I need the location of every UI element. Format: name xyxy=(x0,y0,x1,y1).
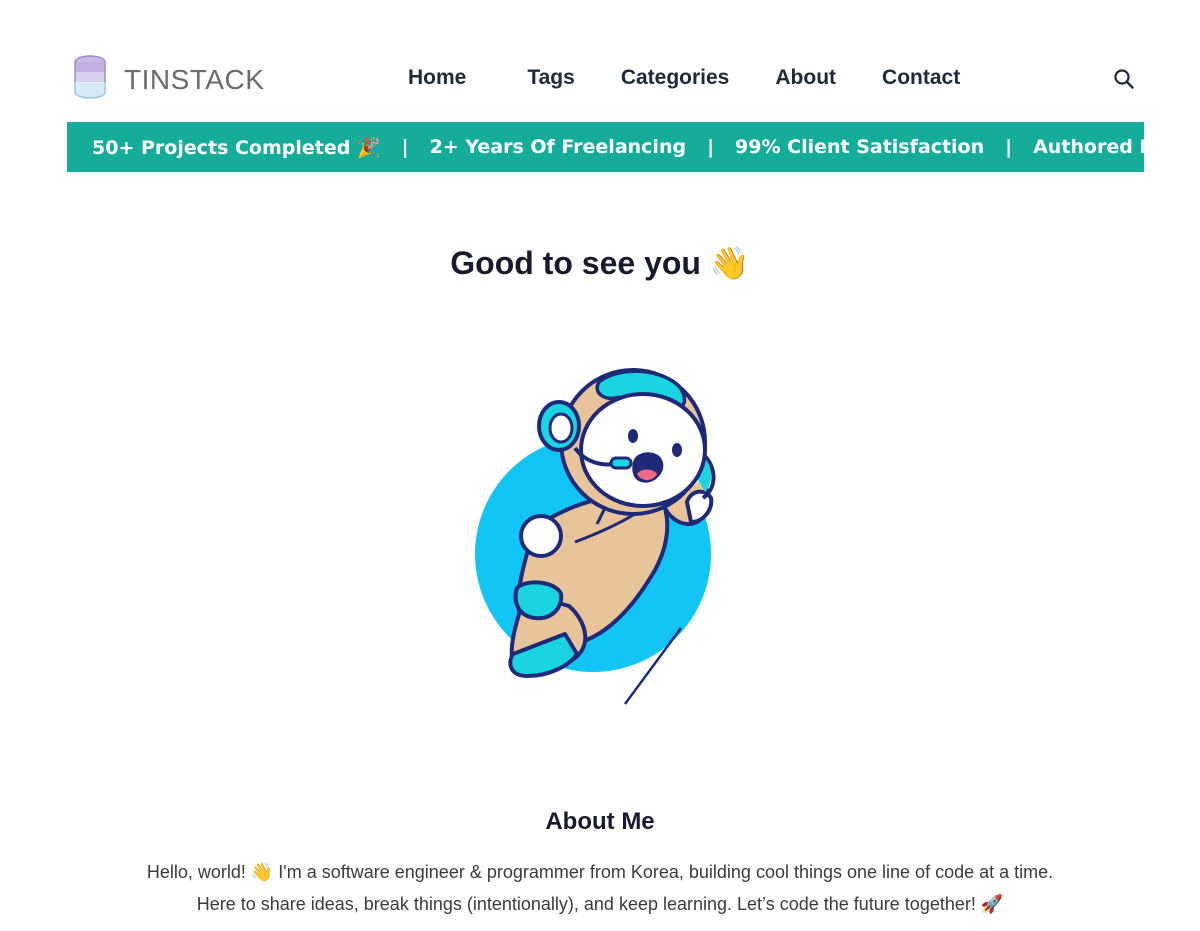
about-line: Hello, world! 👋 I'm a software engineer … xyxy=(146,862,1054,882)
ticker-track: 50+ Projects Completed 🎉 | 2+ Years Of F… xyxy=(92,122,1144,172)
about-title: About Me xyxy=(545,808,655,835)
nav-categories[interactable]: Categories xyxy=(621,66,730,90)
ticker-separator: | xyxy=(707,136,715,158)
ticker-item: 2+ Years Of Freelancing xyxy=(429,136,687,158)
nav-home[interactable]: Home xyxy=(408,66,466,90)
ticker-item: 99% Client Satisfaction xyxy=(735,136,985,158)
database-icon xyxy=(72,54,108,105)
search-icon[interactable] xyxy=(1112,67,1136,91)
nav-tags[interactable]: Tags xyxy=(527,66,574,90)
stats-ticker: 50+ Projects Completed 🎉 | 2+ Years Of F… xyxy=(67,122,1144,172)
main-nav: Home Tags Categories About Contact xyxy=(408,66,1006,90)
about-line: Here to share ideas, break things (inten… xyxy=(196,894,1004,914)
hero-greeting: Good to see you 👋 xyxy=(450,245,750,281)
logo-text: TINSTACK xyxy=(124,63,265,95)
about-text: Hello, world! 👋 I'm a software engineer … xyxy=(60,856,1140,920)
site-header: TINSTACK Home Tags Categories About Cont… xyxy=(67,52,1144,106)
site-logo[interactable]: TINSTACK xyxy=(72,54,264,105)
astronaut-illustration xyxy=(465,358,745,713)
ticker-separator: | xyxy=(1005,136,1013,158)
ticker-item: Authored In-Depth xyxy=(1033,136,1144,158)
nav-about[interactable]: About xyxy=(775,66,836,90)
ticker-separator: | xyxy=(401,136,409,158)
ticker-item: 50+ Projects Completed 🎉 xyxy=(92,136,381,159)
nav-contact[interactable]: Contact xyxy=(882,66,960,90)
